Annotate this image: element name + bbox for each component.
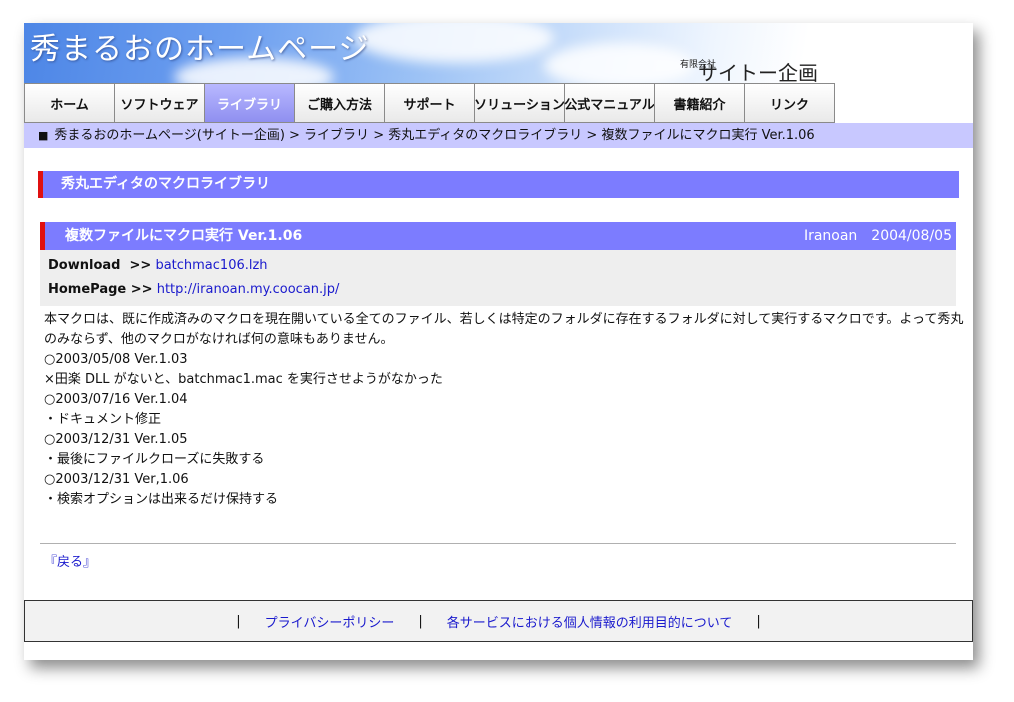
description-line: ○2003/12/31 Ver,1.06 (44, 472, 189, 487)
download-row: Download >> batchmac106.lzh (48, 258, 268, 273)
company-logo: 有限会社サイトー企画 (680, 57, 818, 84)
privacy-policy-link[interactable]: プライバシーポリシー (265, 612, 395, 631)
breadcrumb-text[interactable]: 秀まるおのホームページ(サイトー企画) > ライブラリ > 秀丸エディタのマクロ… (54, 128, 814, 143)
description-line: ×田楽 DLL がないと、batchmac1.mac を実行させようがなかった (44, 372, 443, 387)
page-container: 秀まるおのホームページ 有限会社サイトー企画 ホーム ソフトウェア ライブラリ ご購入… (24, 23, 973, 660)
description-line: ・検索オプションは出来るだけ保持する (44, 492, 279, 507)
entry-heading: 複数ファイルにマクロ実行 Ver.1.06 Iranoan 2004/08/05 (40, 222, 956, 250)
site-title[interactable]: 秀まるおのホームページ (30, 24, 370, 68)
download-box: Download >> batchmac106.lzh HomePage >> … (40, 250, 956, 306)
main-nav: ホーム ソフトウェア ライブラリ ご購入方法 サポート ソリューション 公式マニュアル 書籍紹… (24, 83, 835, 123)
entry-author: Iranoan (803, 228, 858, 244)
download-label: Download >> (48, 258, 152, 273)
entry-description: 本マクロは、既に作成済みのマクロを現在開いている全てのファイル、若しくは特定のフ… (44, 310, 964, 510)
nav-tab-8[interactable]: リンク (744, 83, 835, 123)
footer-sep: | (418, 613, 423, 629)
homepage-label: HomePage >> (48, 282, 153, 297)
description-line: ・最後にファイルクローズに失敗する (44, 452, 265, 467)
divider (40, 543, 956, 544)
entry-date: 2004/08/05 (871, 228, 952, 244)
nav-tab-2[interactable]: ライブラリ (204, 83, 294, 123)
personal-info-purpose-link[interactable]: 各サービスにおける個人情報の利用目的について (447, 612, 733, 631)
breadcrumb-bullet: ■ (38, 129, 49, 142)
nav-tab-1[interactable]: ソフトウェア (114, 83, 204, 123)
homepage-row: HomePage >> http://iranoan.my.coocan.jp/ (48, 282, 339, 297)
nav-tab-4[interactable]: サポート (384, 83, 474, 123)
homepage-link[interactable]: http://iranoan.my.coocan.jp/ (157, 282, 340, 297)
footer-sep: | (236, 613, 241, 629)
company-name: サイトー企画 (698, 61, 818, 83)
nav-tab-3[interactable]: ご購入方法 (294, 83, 384, 123)
nav-tab-0[interactable]: ホーム (24, 83, 114, 123)
header-banner: 秀まるおのホームページ 有限会社サイトー企画 (24, 23, 973, 83)
description-line: ○2003/07/16 Ver.1.04 (44, 392, 188, 407)
nav-tab-7[interactable]: 書籍紹介 (654, 83, 744, 123)
description-line: ○2003/05/08 Ver.1.03 (44, 352, 188, 367)
download-link[interactable]: batchmac106.lzh (155, 258, 267, 273)
footer: | プライバシーポリシー | 各サービスにおける個人情報の利用目的について | (24, 600, 973, 642)
breadcrumb: ■ 秀まるおのホームページ(サイトー企画) > ライブラリ > 秀丸エディタのマク… (24, 123, 973, 148)
description-line: ・ドキュメント修正 (44, 412, 162, 427)
entry-meta: Iranoan 2004/08/05 (804, 222, 952, 250)
back-link[interactable]: 『戻る』 (44, 551, 96, 570)
company-kind: 有限会社 (680, 60, 717, 70)
footer-sep: | (756, 613, 761, 629)
nav-tab-6[interactable]: 公式マニュアル (564, 83, 655, 123)
section-heading: 秀丸エディタのマクロライブラリ (38, 171, 959, 198)
description-line: 本マクロは、既に作成済みのマクロを現在開いている全てのファイル、若しくは特定のフ… (44, 312, 964, 347)
entry-title: 複数ファイルにマクロ実行 Ver.1.06 (65, 228, 303, 244)
description-line: ○2003/12/31 Ver.1.05 (44, 432, 188, 447)
nav-tab-5[interactable]: ソリューション (474, 83, 565, 123)
